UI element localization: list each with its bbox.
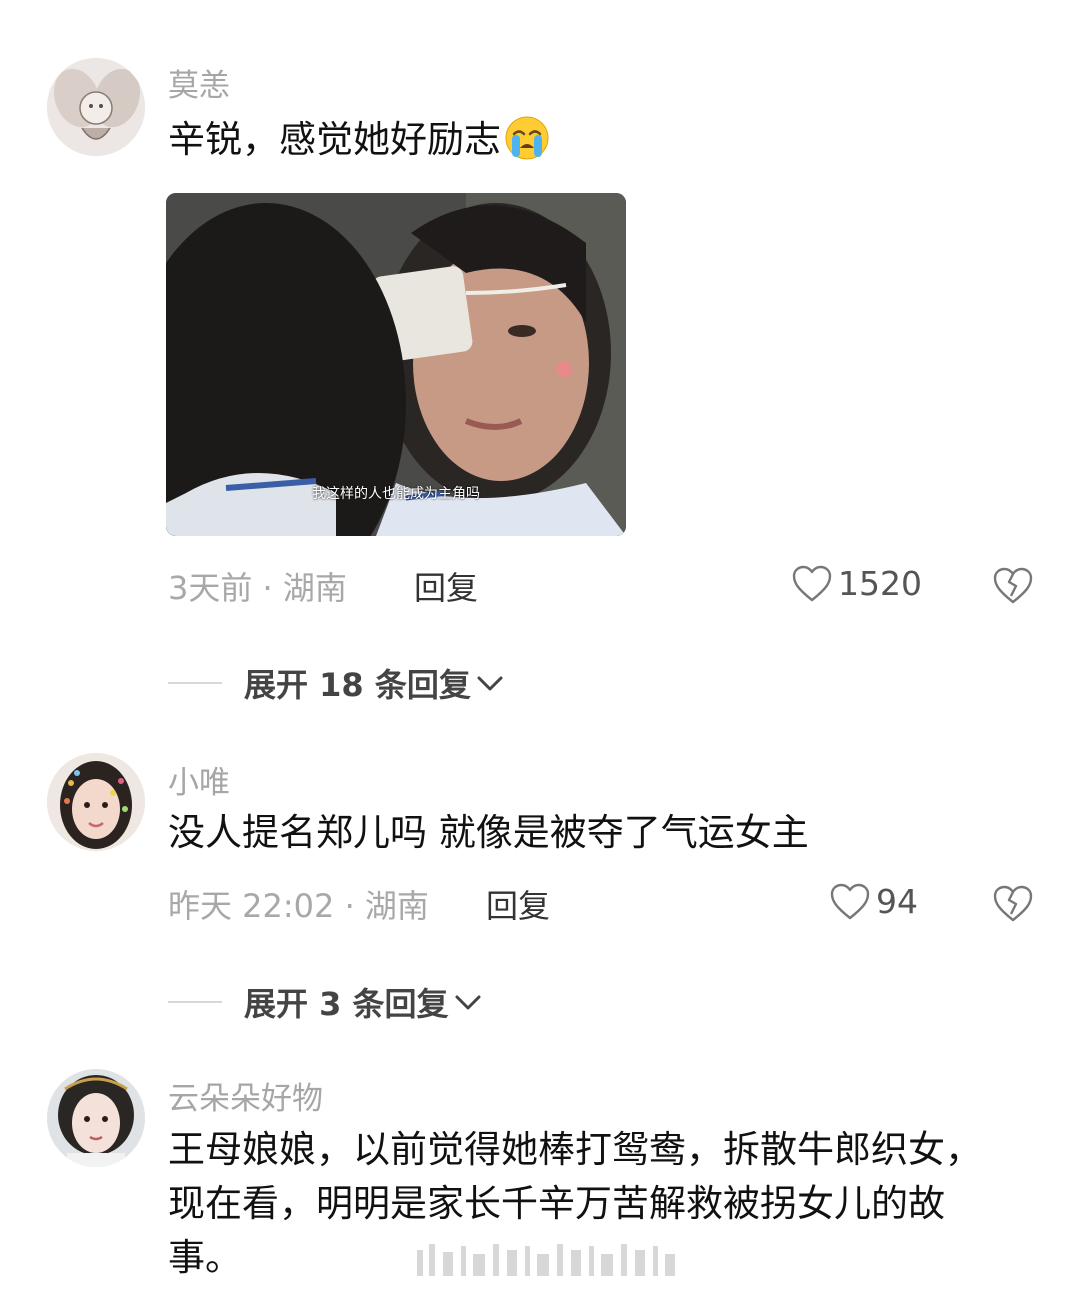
avatar-photo-icon [47,753,145,851]
expand-replies-label: 展开 18 条回复 [244,666,471,704]
heart-outline-icon [792,565,832,601]
expand-replies-label: 展开 3 条回复 [244,985,449,1023]
time-location: 3天前 · 湖南 [168,569,347,607]
avatar-photo-icon [47,1069,145,1167]
avatar[interactable] [47,1069,145,1167]
comment-text: 辛锐，感觉她好励志 [168,114,551,165]
username[interactable]: 小唯 [168,757,230,802]
dislike-button[interactable] [993,566,1033,606]
like-count: 94 [876,882,918,921]
like-button[interactable]: 1520 [792,564,922,603]
dislike-button[interactable] [993,884,1033,924]
time-location: 昨天 22:02 · 湖南 [168,887,429,925]
comment-image[interactable]: 我这样的人也能成为主角吗 [166,193,626,536]
avatar[interactable] [47,58,145,156]
broken-heart-icon [993,885,1033,922]
avatar-illustration-icon [47,58,145,156]
username[interactable]: 莫恙 [168,60,230,105]
heart-outline-icon [830,883,870,919]
divider-line [168,682,222,684]
reply-button[interactable]: 回复 [486,881,550,927]
image-subtitle: 我这样的人也能成为主角吗 [312,486,480,502]
loudly-crying-face-icon [505,116,549,160]
watermark-pattern [417,1244,675,1276]
chevron-down-icon [455,995,481,1010]
expand-replies-button[interactable]: 展开 3 条回复 [168,979,483,1025]
like-count: 1520 [838,564,922,603]
comment-text-content: 辛锐，感觉她好励志 [168,118,501,161]
avatar[interactable] [47,753,145,851]
username[interactable]: 云朵朵好物 [168,1073,323,1118]
expand-replies-button[interactable]: 展开 18 条回复 [168,660,505,706]
divider-line [168,1001,222,1003]
broken-heart-icon [993,567,1033,604]
chevron-down-icon [477,676,503,691]
reply-button[interactable]: 回复 [414,563,478,609]
like-button[interactable]: 94 [830,882,918,921]
comment-text: 没人提名郑儿吗 就像是被夺了气运女主 [168,811,809,854]
